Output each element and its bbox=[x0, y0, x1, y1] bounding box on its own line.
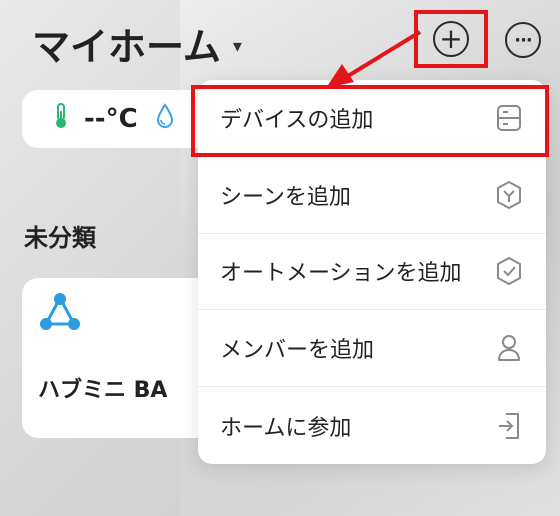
weather-card[interactable]: --°C bbox=[22, 90, 222, 148]
humidity-icon bbox=[156, 103, 174, 135]
member-icon bbox=[494, 333, 524, 363]
more-icon: ··· bbox=[514, 29, 532, 51]
add-button[interactable]: + bbox=[414, 10, 488, 68]
scene-icon bbox=[494, 180, 524, 210]
thermometer-icon bbox=[52, 102, 70, 136]
more-options-button[interactable]: ··· bbox=[505, 22, 541, 58]
hub-icon bbox=[38, 292, 82, 336]
home-selector[interactable]: マイホーム ▾ bbox=[32, 16, 242, 71]
page-title: マイホーム bbox=[32, 25, 221, 69]
menu-item-label: メンバーを追加 bbox=[220, 338, 375, 364]
join-home-icon bbox=[494, 411, 524, 441]
temperature-value: --°C bbox=[84, 104, 138, 134]
menu-item-label: ホームに参加 bbox=[220, 415, 352, 441]
device-name: ハブミニ BA bbox=[38, 378, 168, 403]
menu-item-add-scene[interactable]: シーンを追加 bbox=[198, 157, 546, 234]
menu-item-label: デバイスの追加 bbox=[220, 107, 374, 133]
automation-icon bbox=[494, 256, 524, 286]
plus-icon: + bbox=[433, 21, 469, 57]
menu-item-join-home[interactable]: ホームに参加 bbox=[198, 387, 546, 464]
menu-item-label: オートメーションを追加 bbox=[220, 261, 462, 287]
menu-item-add-automation[interactable]: オートメーションを追加 bbox=[198, 234, 546, 311]
menu-item-add-member[interactable]: メンバーを追加 bbox=[198, 310, 546, 388]
menu-item-add-device[interactable]: デバイスの追加 bbox=[198, 80, 546, 157]
device-icon bbox=[494, 103, 524, 133]
add-menu: デバイスの追加 シーンを追加 オートメーションを追加 メンバーを追加 ホームに参… bbox=[198, 80, 546, 464]
section-label: 未分類 bbox=[24, 224, 96, 252]
chevron-down-icon: ▾ bbox=[232, 36, 242, 57]
device-card[interactable]: ハブミニ BA bbox=[22, 278, 222, 438]
menu-item-label: シーンを追加 bbox=[220, 184, 351, 210]
